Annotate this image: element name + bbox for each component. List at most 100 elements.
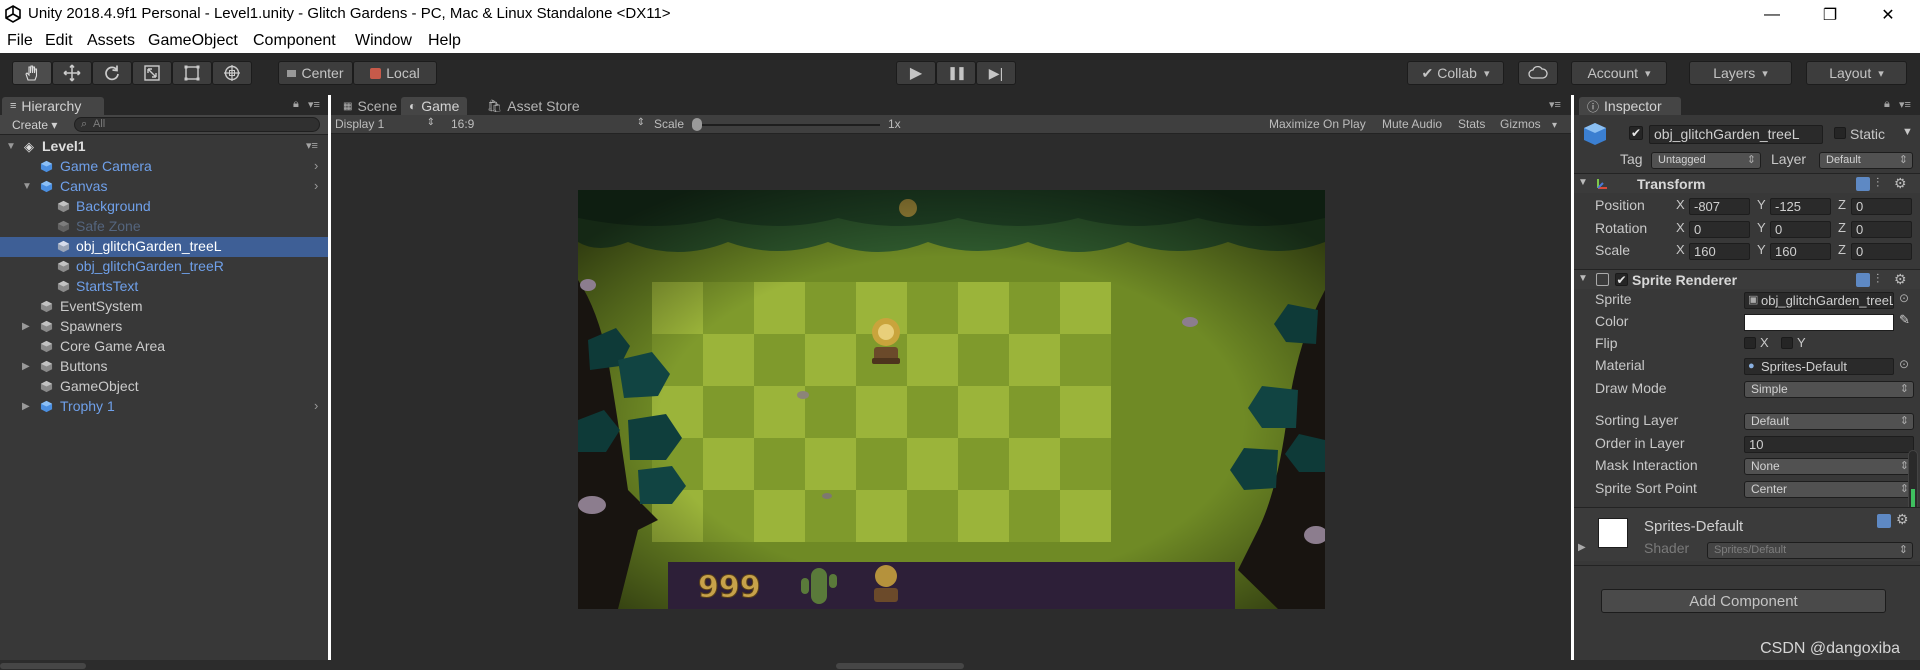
menu-edit[interactable]: Edit [45,32,73,50]
rect-tool-button[interactable] [172,61,212,85]
gear-icon[interactable]: ⚙ [1894,175,1907,192]
tab-asset-store[interactable]: 🛍︎ Asset Store [479,97,588,115]
hierarchy-item-starts-text[interactable]: StartsText [0,277,328,297]
chevron-right-icon[interactable]: › [314,178,318,193]
rotation-z-field[interactable]: 0 [1851,221,1912,238]
lock-icon[interactable]: 🔒︎ [293,98,299,111]
material-object-field[interactable]: ● Sprites-Default [1744,358,1894,375]
order-in-layer-field[interactable]: 10 [1744,436,1914,453]
layers-dropdown[interactable]: Layers [1689,61,1792,85]
layer-dropdown[interactable]: Default [1819,152,1913,169]
close-window-button[interactable]: ✕ [1859,0,1917,29]
expand-arrow-icon[interactable]: ▼ [6,141,16,152]
panel-menu-icon[interactable]: ▾≡ [308,98,320,111]
sprite-renderer-enabled-checkbox[interactable]: ✔ [1615,273,1628,286]
static-dropdown-arrow-icon[interactable]: ▼ [1902,126,1913,138]
eyedropper-icon[interactable]: ✎ [1899,312,1910,328]
tag-dropdown[interactable]: Untagged [1651,152,1761,169]
maximize-button[interactable]: ❐ [1801,0,1859,29]
game-scroll-thumb[interactable] [836,663,964,669]
help-book-icon[interactable] [1877,514,1891,528]
hierarchy-item-buttons[interactable]: ▶ Buttons [0,357,328,377]
hierarchy-item-tree-right[interactable]: obj_glitchGarden_treeR [0,257,328,277]
menu-help[interactable]: Help [428,32,461,50]
expand-arrow-icon[interactable]: ▼ [1578,177,1588,188]
panel-menu-icon[interactable]: ▾≡ [1899,98,1911,111]
chevron-right-icon[interactable]: › [314,158,318,173]
hierarchy-item-game-camera[interactable]: Game Camera › [0,157,328,177]
preset-icon[interactable]: ⫶ [1876,175,1879,191]
menu-assets[interactable]: Assets [87,32,135,50]
scale-y-field[interactable]: 160 [1770,243,1831,260]
hierarchy-scroll-thumb[interactable] [0,663,86,669]
hierarchy-item-trophy[interactable]: ▶ Trophy 1 › [0,397,328,417]
sprite-sort-point-dropdown[interactable]: Center [1744,481,1914,498]
hierarchy-item-background[interactable]: Background [0,197,328,217]
create-dropdown[interactable]: Create ▾ [12,118,57,132]
scale-z-field[interactable]: 0 [1851,243,1912,260]
scale-tool-button[interactable] [132,61,172,85]
rotate-tool-button[interactable] [92,61,132,85]
maximize-on-play-toggle[interactable]: Maximize On Play [1269,117,1366,135]
rotation-x-field[interactable]: 0 [1689,221,1750,238]
menu-gameobject[interactable]: GameObject [148,32,238,50]
tab-game[interactable]: ◐ Game [401,97,468,115]
play-button[interactable]: ▶ [896,61,936,85]
layout-dropdown[interactable]: Layout [1806,61,1907,85]
flip-y-checkbox[interactable] [1781,337,1793,349]
gear-icon[interactable]: ⚙ [1894,271,1907,288]
gizmos-dropdown[interactable]: Gizmos ▾ [1500,117,1557,135]
stats-toggle[interactable]: Stats [1458,117,1485,135]
tab-scene[interactable]: ▦ Scene [335,97,405,115]
collapse-arrow-icon[interactable]: ▶ [22,401,30,412]
lock-icon[interactable]: 🔒︎ [1884,98,1890,111]
flip-x-checkbox[interactable] [1744,337,1756,349]
add-component-button[interactable]: Add Component [1601,589,1886,613]
aspect-dropdown[interactable]: 16:9 ⇕ [451,117,649,135]
collapse-arrow-icon[interactable]: ▶ [22,321,30,332]
tab-inspector[interactable]: ⓘ Inspector [1579,97,1681,115]
object-name-field[interactable]: obj_glitchGarden_treeL [1649,125,1823,144]
minimize-button[interactable]: — [1743,0,1801,29]
object-picker-icon[interactable]: ⊙ [1899,357,1909,371]
hand-tool-button[interactable] [12,61,52,85]
position-x-field[interactable]: -807 [1689,198,1750,215]
hierarchy-item-gameobject[interactable]: GameObject [0,377,328,397]
scale-x-field[interactable]: 160 [1689,243,1750,260]
gear-icon[interactable]: ⚙ [1896,511,1909,528]
cloud-button[interactable] [1518,61,1558,85]
display-dropdown[interactable]: Display 1 ⇕ [335,117,439,135]
position-z-field[interactable]: 0 [1851,198,1912,215]
hierarchy-search-field[interactable]: ⌕ All [74,117,320,132]
help-book-icon[interactable] [1856,177,1870,191]
shader-dropdown[interactable]: Sprites/Default [1707,542,1913,559]
chevron-right-icon[interactable]: › [314,398,318,413]
hierarchy-item-spawners[interactable]: ▶ Spawners [0,317,328,337]
static-checkbox[interactable] [1834,127,1846,139]
menu-file[interactable]: File [7,32,33,50]
pivot-center-toggle[interactable]: Center [278,61,353,85]
hierarchy-item-canvas[interactable]: ▼ Canvas › [0,177,328,197]
tab-hierarchy[interactable]: ≡ Hierarchy [2,97,104,115]
move-tool-button[interactable] [52,61,92,85]
transform-tool-button[interactable] [212,61,252,85]
scale-slider-track[interactable] [692,124,880,126]
draw-mode-dropdown[interactable]: Simple [1744,381,1914,398]
panel-menu-icon[interactable]: ▾≡ [1549,98,1561,111]
sprite-renderer-header[interactable]: ▼ ✔ Sprite Renderer ⫶ ⚙ [1574,269,1920,289]
active-checkbox[interactable]: ✔ [1629,126,1643,140]
position-y-field[interactable]: -125 [1770,198,1831,215]
preset-icon[interactable]: ⫶ [1876,271,1879,287]
pivot-local-toggle[interactable]: Local [353,61,437,85]
account-dropdown[interactable]: Account [1571,61,1667,85]
collab-dropdown[interactable]: ✔ Collab [1407,61,1504,85]
scale-slider-thumb[interactable] [692,118,702,131]
hierarchy-item-event-system[interactable]: EventSystem [0,297,328,317]
hierarchy-item-safe-zone[interactable]: Safe Zone [0,217,328,237]
color-field[interactable] [1744,314,1894,331]
sorting-layer-dropdown[interactable]: Default [1744,413,1914,430]
transform-header[interactable]: ▼ Transform ⫶ ⚙ [1574,173,1920,193]
rotation-y-field[interactable]: 0 [1770,221,1831,238]
expand-arrow-icon[interactable]: ▼ [22,181,32,192]
menu-component[interactable]: Component [253,32,336,50]
